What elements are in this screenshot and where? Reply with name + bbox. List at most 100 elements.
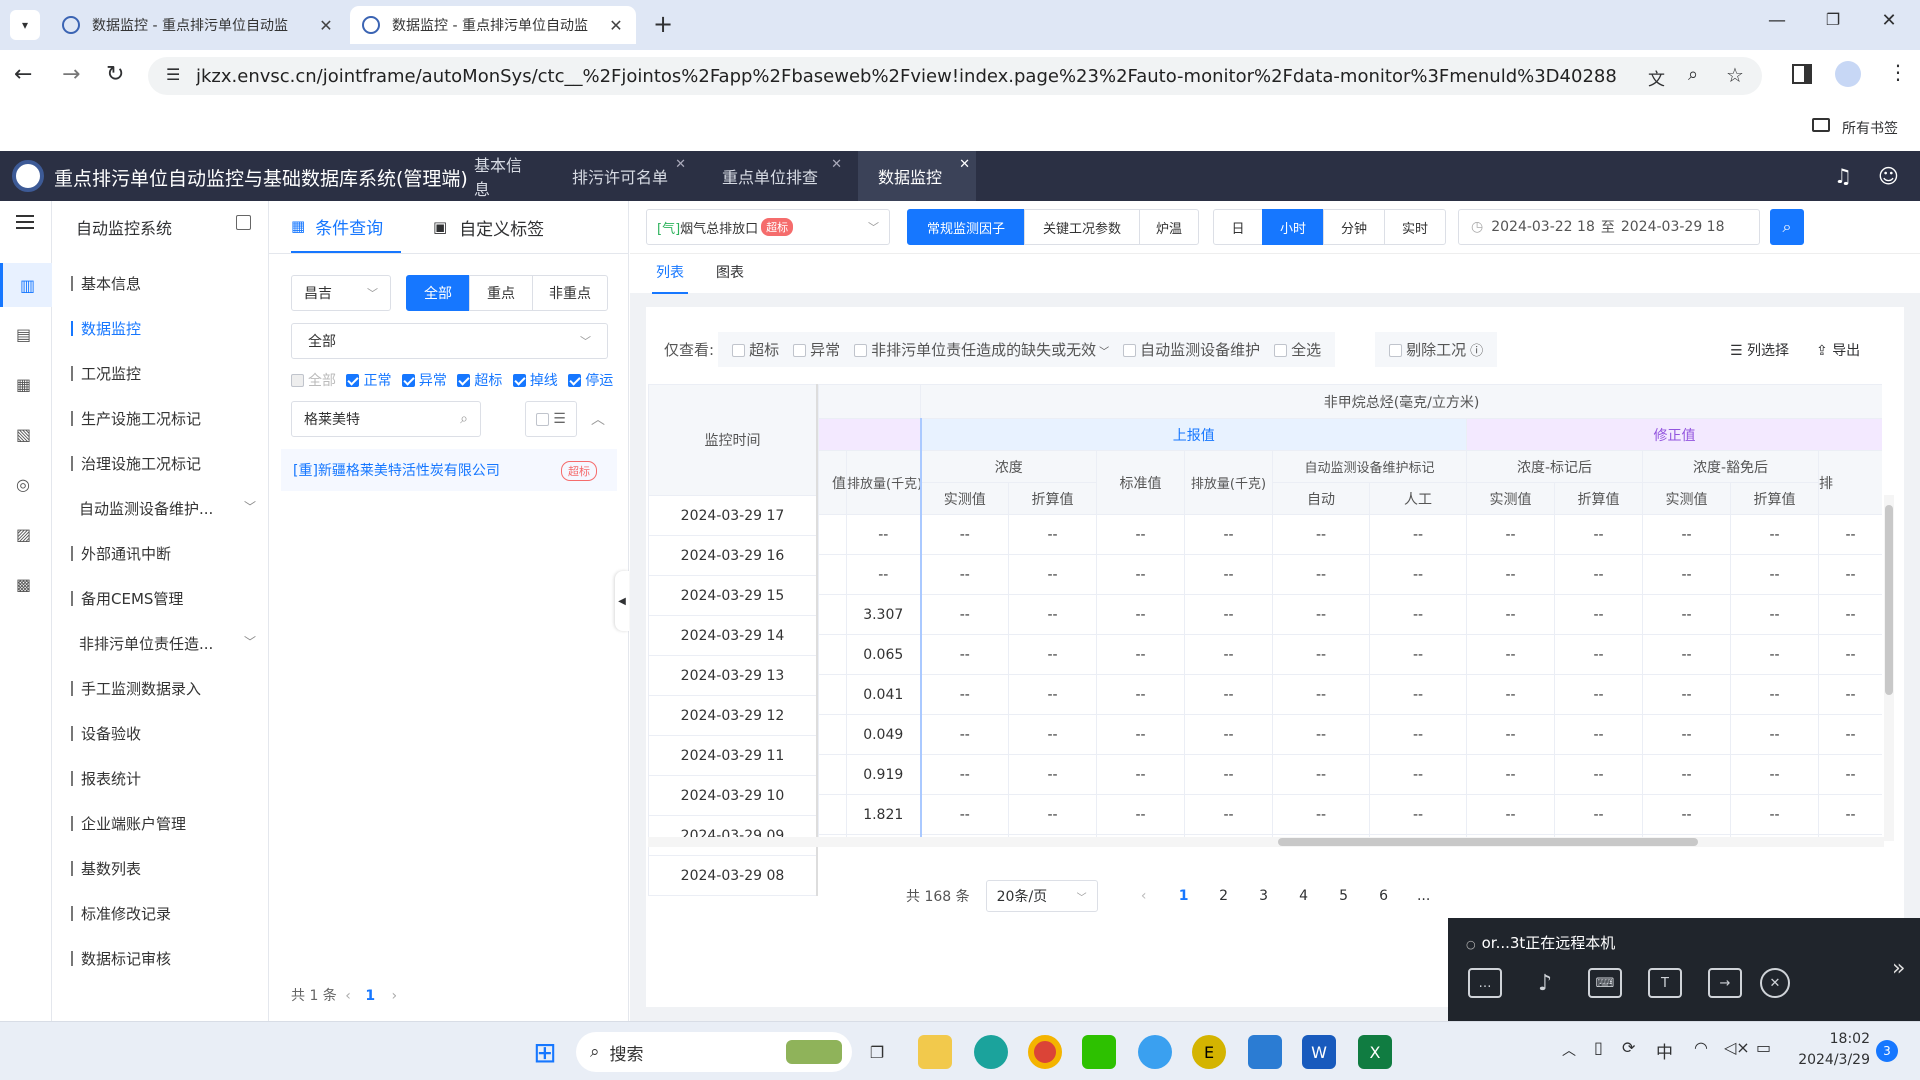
- tree-view-toggle[interactable]: ☰: [525, 401, 577, 437]
- granularity-minute-button[interactable]: 分钟: [1323, 209, 1385, 245]
- prev-page-icon[interactable]: ‹: [1124, 888, 1164, 904]
- wechat-icon[interactable]: [1082, 1035, 1116, 1069]
- close-icon[interactable]: ✕: [831, 157, 842, 172]
- type-nonkey-button[interactable]: 非重点: [532, 275, 608, 311]
- sidepanel-icon[interactable]: [1792, 64, 1812, 84]
- menu-item-maintenance[interactable]: 自动监测设备维护... ﹀: [52, 486, 269, 531]
- menu-item-accounts[interactable]: 企业端账户管理: [52, 801, 269, 846]
- chat-icon[interactable]: …: [1468, 968, 1502, 998]
- type-key-button[interactable]: 重点: [469, 275, 533, 311]
- data-table-viewport[interactable]: 非甲烷总烃(毫克/立方米) 上报值 修正值 值 排放量(千克) 浓度 标准值 排…: [818, 384, 1882, 837]
- status-stop-checkbox[interactable]: 停运: [568, 373, 613, 389]
- browser-tab-2-active[interactable]: 数据监控 - 重点排污单位自动监 ✕: [350, 6, 636, 44]
- company-search-input[interactable]: 格莱美特 ⌕: [291, 401, 481, 437]
- granularity-realtime-button[interactable]: 实时: [1384, 209, 1446, 245]
- more-menu-icon[interactable]: ⋮: [1888, 60, 1908, 84]
- zoom-icon[interactable]: ⌕: [1688, 64, 1698, 85]
- menu-item-basic-info[interactable]: 基本信息: [52, 261, 269, 306]
- forward-icon[interactable]: →: [62, 62, 80, 87]
- horizontal-scrollbar[interactable]: [648, 837, 1884, 847]
- status-offline-checkbox[interactable]: 掉线: [512, 373, 558, 389]
- menu-item-reports[interactable]: 报表统计: [52, 756, 269, 801]
- expand-icon[interactable]: »: [1892, 956, 1905, 981]
- current-page[interactable]: 1: [365, 988, 375, 1004]
- usb-icon[interactable]: ▯: [1594, 1038, 1603, 1057]
- tab-permit-list[interactable]: 排污许可名单 ✕: [552, 151, 692, 201]
- status-exceed-checkbox[interactable]: 超标: [457, 373, 502, 389]
- menu-item-condition[interactable]: 工况监控: [52, 351, 269, 396]
- end-session-icon[interactable]: ✕: [1760, 968, 1790, 998]
- filter-select-all-checkbox[interactable]: 全选: [1274, 339, 1321, 360]
- status-normal-checkbox[interactable]: 正常: [346, 373, 391, 389]
- task-view-icon[interactable]: ❐: [860, 1035, 894, 1069]
- sync-icon[interactable]: ⟳: [1622, 1038, 1635, 1057]
- page-3[interactable]: 3: [1244, 888, 1284, 904]
- menu-item-data-monitor[interactable]: 数据监控: [52, 306, 269, 351]
- translate-icon[interactable]: 文: [1648, 65, 1665, 90]
- page-4[interactable]: 4: [1284, 888, 1324, 904]
- collapse-menu-icon[interactable]: [236, 215, 251, 230]
- result-list-item[interactable]: [重]新疆格莱美特活性炭有限公司 超标: [281, 449, 617, 491]
- browser-tab-1[interactable]: 数据监控 - 重点排污单位自动监 ✕: [50, 6, 346, 44]
- site-info-icon[interactable]: ☰: [166, 65, 180, 84]
- edge-icon[interactable]: [974, 1035, 1008, 1069]
- user-icon[interactable]: ☺: [1878, 164, 1899, 188]
- search-button[interactable]: ⌕: [1770, 209, 1804, 245]
- file-transfer-icon[interactable]: →: [1708, 968, 1742, 998]
- bookmark-star-icon[interactable]: ☆: [1726, 63, 1744, 87]
- filter-maintain-checkbox[interactable]: 自动监测设备维护: [1123, 339, 1260, 360]
- tray-chevron-icon[interactable]: ︿: [1562, 1040, 1576, 1060]
- clock-time[interactable]: 18:02: [1800, 1031, 1870, 1047]
- factor-key-params-button[interactable]: 关键工况参数: [1024, 209, 1140, 245]
- reload-icon[interactable]: ↻: [106, 62, 124, 87]
- hamburger-icon[interactable]: [16, 215, 34, 229]
- column-select-button[interactable]: ☰ 列选择: [1730, 340, 1789, 360]
- granularity-day-button[interactable]: 日: [1213, 209, 1263, 245]
- factor-furnace-button[interactable]: 炉温: [1139, 209, 1199, 245]
- filter-abnormal-checkbox[interactable]: 异常: [793, 339, 840, 360]
- restore-button[interactable]: ❐: [1818, 10, 1848, 40]
- search-icon[interactable]: ⌕: [460, 411, 468, 427]
- word-icon[interactable]: W: [1302, 1035, 1336, 1069]
- app-icon[interactable]: E: [1192, 1035, 1226, 1069]
- tab-data-monitor[interactable]: 数据监控 ✕: [858, 151, 976, 201]
- region-select[interactable]: 昌吉 ﹀: [291, 275, 391, 311]
- header-time[interactable]: 监控时间: [648, 384, 818, 496]
- help-icon[interactable]: ⓘ: [1470, 344, 1483, 359]
- status-all-checkbox[interactable]: 全部: [291, 373, 336, 389]
- start-icon[interactable]: ⊞: [528, 1035, 562, 1069]
- menu-item-backup-cems[interactable]: 备用CEMS管理: [52, 576, 269, 621]
- menu-item-acceptance[interactable]: 设备验收: [52, 711, 269, 756]
- industry-select[interactable]: 全部 ﹀: [291, 323, 608, 359]
- outlet-select[interactable]: [气] 烟气总排放口 超标 ﹀: [646, 209, 890, 245]
- microphone-icon[interactable]: ♪: [1528, 968, 1562, 998]
- close-icon[interactable]: ✕: [959, 157, 970, 172]
- image-module-icon[interactable]: ▨: [16, 525, 31, 544]
- close-window-button[interactable]: ✕: [1874, 10, 1904, 40]
- clock-date[interactable]: 2024/3/29: [1794, 1052, 1870, 1068]
- file-explorer-icon[interactable]: [918, 1035, 952, 1069]
- notes-icon[interactable]: [1248, 1035, 1282, 1069]
- factor-regular-button[interactable]: 常规监测因子: [907, 209, 1025, 245]
- granularity-hour-button[interactable]: 小时: [1262, 209, 1324, 245]
- wifi-icon[interactable]: ◠: [1694, 1038, 1708, 1057]
- menu-item-production-mark[interactable]: 生产设施工况标记: [52, 396, 269, 441]
- bell-icon[interactable]: ♫: [1834, 164, 1852, 188]
- panel-collapse-handle[interactable]: ◀: [615, 571, 629, 631]
- date-range-picker[interactable]: ◷ 2024-03-22 18 至 2024-03-29 18: [1458, 209, 1760, 245]
- next-page-icon[interactable]: ›: [392, 988, 398, 1004]
- page-1[interactable]: 1: [1164, 888, 1204, 904]
- search-module-icon[interactable]: ▧: [16, 425, 31, 444]
- page-more[interactable]: ...: [1404, 888, 1444, 904]
- tab-custom-tags[interactable]: ▣ 自定义标签: [433, 201, 544, 253]
- url-field[interactable]: ☰ jkzx.envsc.cn/jointframe/autoMonSys/ct…: [148, 57, 1762, 95]
- vertical-scrollbar[interactable]: [1884, 495, 1894, 841]
- collapse-up-icon[interactable]: ︿: [591, 409, 605, 429]
- battery-icon[interactable]: ▭: [1756, 1038, 1771, 1057]
- filter-nonliable-checkbox[interactable]: 非排污单位责任造成的缺失或无效 ﹀: [854, 339, 1109, 360]
- close-icon[interactable]: ✕: [675, 157, 686, 172]
- menu-item-treatment-mark[interactable]: 治理设施工况标记: [52, 441, 269, 486]
- scroll-thumb[interactable]: [1278, 838, 1698, 846]
- target-module-icon[interactable]: ◎: [16, 475, 30, 494]
- tab-basic-info[interactable]: 基本信息: [454, 151, 552, 201]
